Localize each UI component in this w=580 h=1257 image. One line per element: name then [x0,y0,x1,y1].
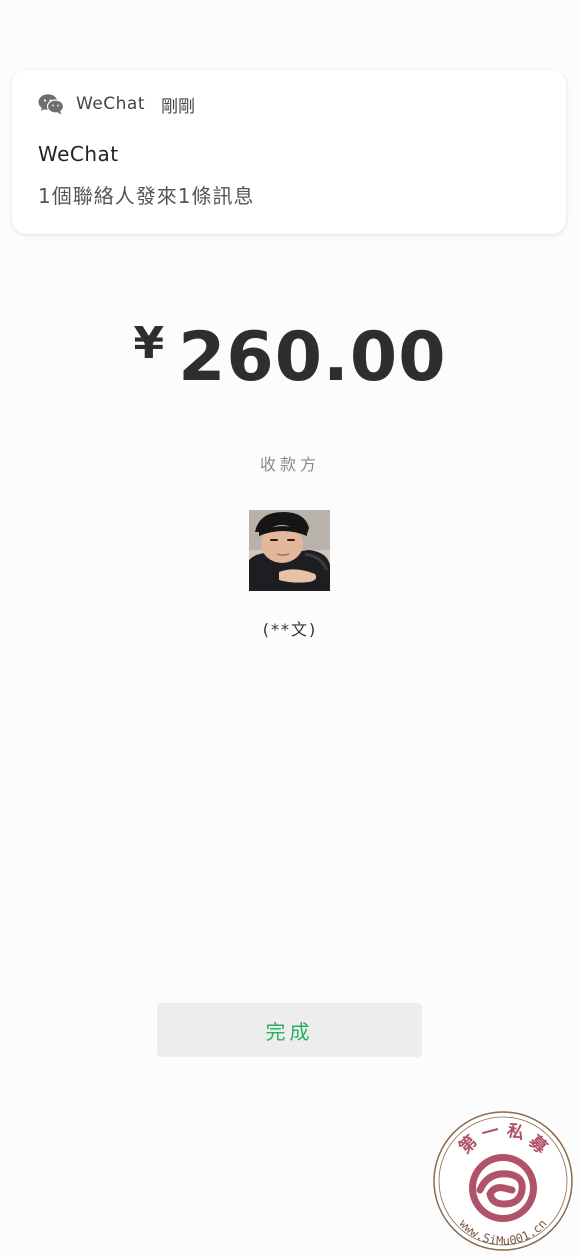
notification-body: 1個聯絡人發來1條訊息 [38,184,255,208]
currency-symbol: ¥ [133,318,165,369]
wechat-icon [38,94,64,115]
watermark-stamp-icon: 第 一 私 募 www.SiMu001.cn [433,1111,573,1251]
notification-header: WeChat 剛剛 [38,92,195,117]
payee-name: (**文) [262,620,318,639]
avatar-image [249,510,330,591]
notification-time: 剛剛 [161,96,195,117]
payment-amount: ¥260.00 [0,318,580,397]
notification-app-name: WeChat [76,94,145,114]
payee-avatar [249,510,330,591]
done-button[interactable]: 完成 [157,1003,422,1057]
amount-value: 260.00 [178,318,447,397]
notification-title: WeChat [38,142,119,166]
notification-banner[interactable]: WeChat 剛剛 WeChat 1個聯絡人發來1條訊息 [12,70,566,234]
payee-label: 收款方 [259,455,320,474]
